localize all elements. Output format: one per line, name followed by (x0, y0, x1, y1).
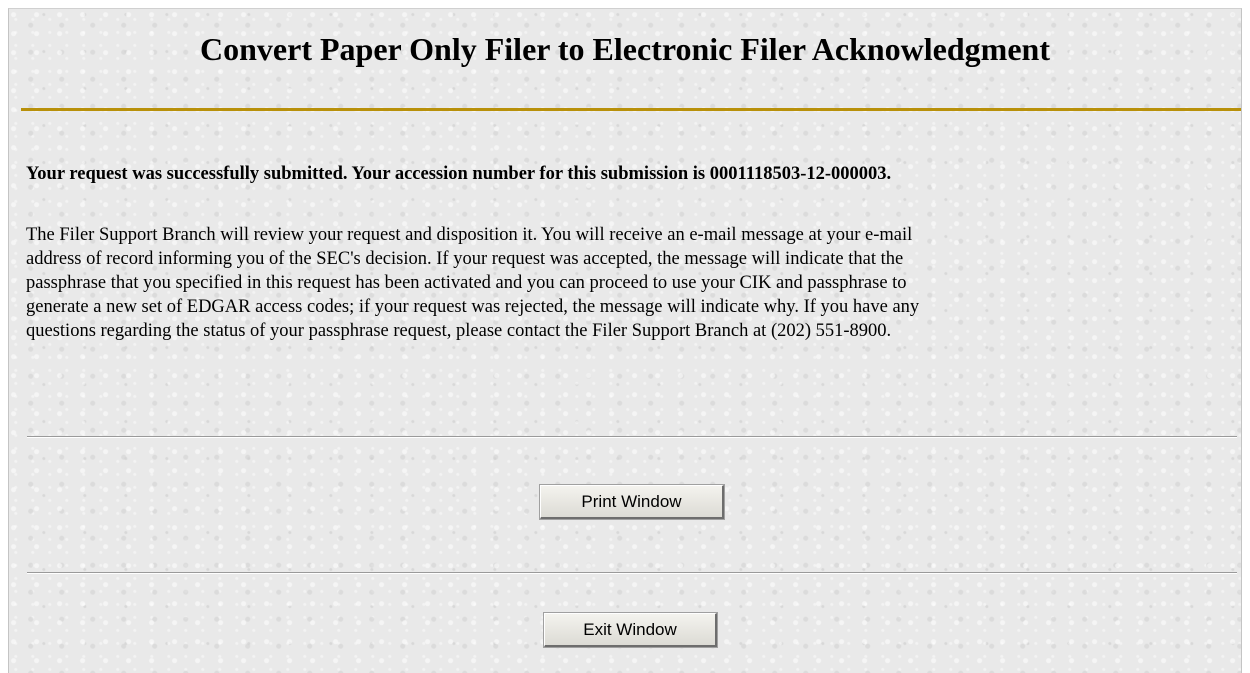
info-line: The Filer Support Branch will review you… (26, 225, 913, 245)
confirmation-message: Your request was successfully submitted.… (26, 164, 892, 184)
print-window-button[interactable]: Print Window (540, 485, 724, 519)
info-line: generate a new set of EDGAR access codes… (26, 297, 920, 317)
info-line: passphrase that you specified in this re… (26, 273, 907, 293)
acknowledgment-panel: Convert Paper Only Filer to Electronic F… (8, 8, 1242, 673)
section-divider (27, 572, 1237, 574)
page-title: Convert Paper Only Filer to Electronic F… (200, 31, 1050, 67)
info-line: questions regarding the status of your p… (26, 321, 892, 341)
info-paragraph: The Filer Support Branch will review you… (26, 223, 1226, 343)
info-line: address of record informing you of the S… (26, 249, 904, 269)
section-divider (27, 436, 1237, 438)
title-divider (21, 108, 1241, 111)
exit-window-button[interactable]: Exit Window (544, 613, 717, 647)
